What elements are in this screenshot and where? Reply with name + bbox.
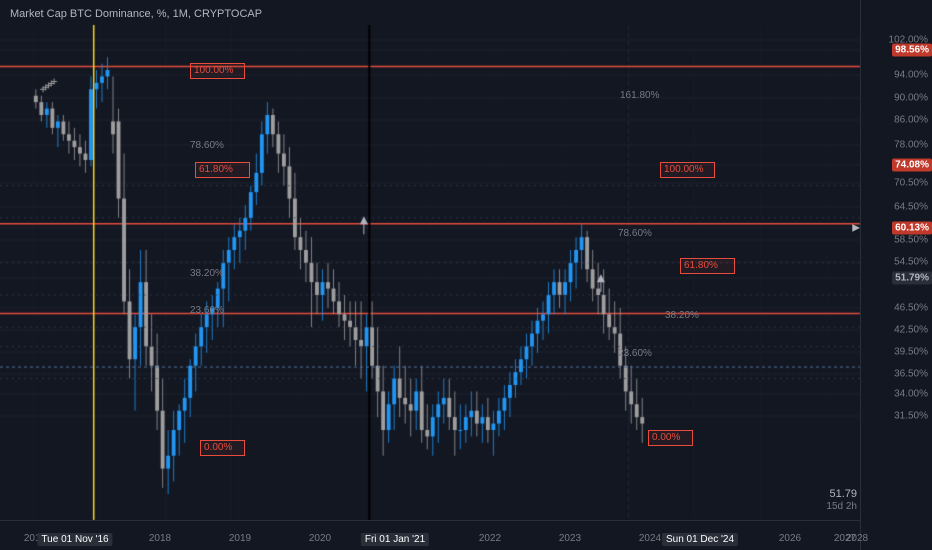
chart-container: Market Cap BTC Dominance, %, 1M, CRYPTOC… (0, 0, 932, 550)
